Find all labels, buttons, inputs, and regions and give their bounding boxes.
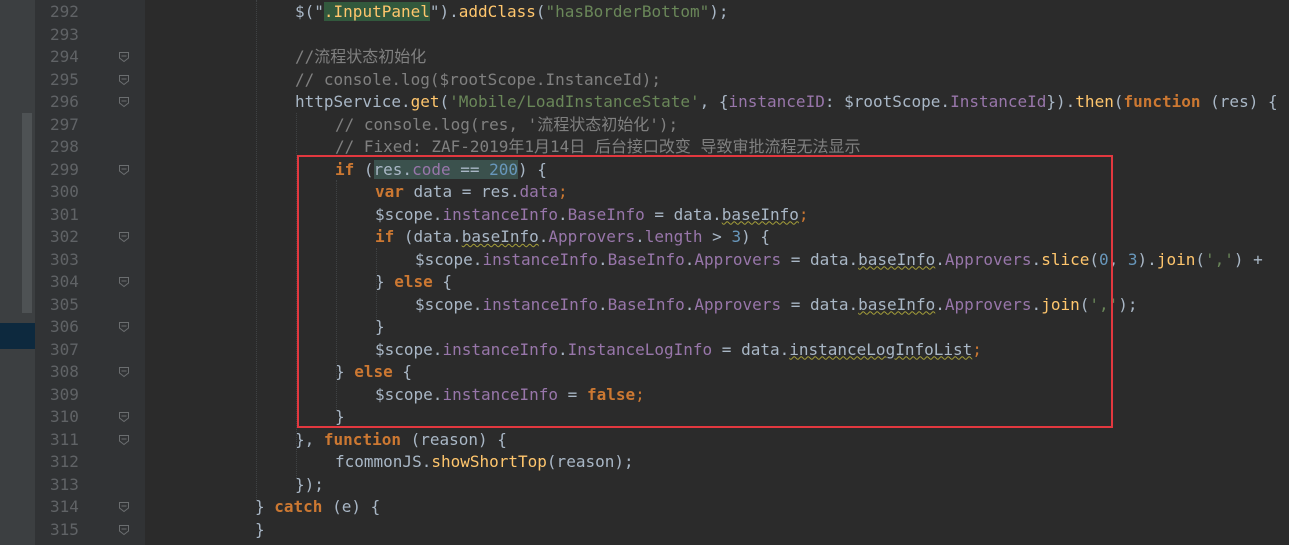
code-token: InstanceId [950, 92, 1047, 111]
fold-marker-icon[interactable] [118, 434, 130, 446]
code-token: "). [429, 2, 459, 21]
code-token: fcommonJS. [335, 452, 432, 471]
code-token: // Fixed: ZAF-2019年1月14日 后台接口改变 导致审批流程无法… [335, 137, 861, 156]
line-number: 301 [50, 204, 79, 224]
code-token: //流程状态初始化 [295, 47, 427, 66]
code-line[interactable]: 297 // console.log(res, '流程状态初始化'); [0, 114, 1289, 137]
code-token: (reason); [546, 452, 634, 471]
code-token: ). [1137, 249, 1157, 269]
code-token: httpService. [295, 92, 411, 111]
code-text: }, function (reason) { [295, 429, 507, 452]
code-token: addClass [458, 2, 536, 21]
code-token: instanceID [728, 92, 825, 111]
code-text: httpService.get('Mobile/LoadInstanceStat… [295, 91, 1278, 114]
line-number: 293 [50, 24, 79, 44]
fold-marker-icon[interactable] [118, 231, 130, 243]
code-line[interactable]: 292 $(".InputPanel").addClass("hasBorderB… [0, 1, 1289, 24]
code-line[interactable]: 311}, function (reason) { [0, 429, 1289, 452]
fold-marker-icon[interactable] [118, 96, 130, 108]
code-token: , { [699, 92, 729, 111]
fold-marker-icon[interactable] [118, 74, 130, 86]
code-text: fcommonJS.showShortTop(reason); [335, 451, 634, 474]
line-number: 312 [50, 452, 79, 471]
fold-marker-icon[interactable] [118, 276, 130, 288]
code-token: catch [274, 497, 323, 516]
code-token: // console.log($rootScope.InstanceId); [295, 69, 662, 89]
code-line[interactable]: 294 //流程状态初始化 [0, 46, 1289, 69]
code-text: // console.log(res, '流程状态初始化'); [335, 114, 678, 137]
code-text: }); [295, 474, 324, 497]
line-number: 298 [50, 137, 79, 156]
fold-marker-icon[interactable] [118, 524, 130, 536]
code-token: ) + [1233, 249, 1263, 269]
code-token: join [1156, 249, 1196, 269]
line-number: 308 [50, 362, 79, 381]
line-number: 303 [50, 249, 79, 269]
code-token: 'Mobile/LoadInstanceState' [449, 92, 700, 111]
code-token: }); [295, 474, 324, 494]
code-token: function [1123, 92, 1201, 111]
code-line[interactable]: 293 [0, 24, 1289, 47]
line-number: 315 [50, 519, 79, 539]
code-token: get [410, 92, 440, 111]
code-token: showShortTop [431, 452, 547, 471]
line-number: 292 [50, 2, 79, 21]
code-token: "hasBorderBottom" [545, 2, 710, 21]
code-token: (res) { [1200, 92, 1278, 111]
fold-marker-icon[interactable] [118, 501, 130, 513]
code-token: then [1075, 92, 1114, 111]
code-token: } [255, 497, 275, 516]
line-number: 311 [50, 429, 79, 449]
line-number: 314 [50, 497, 79, 516]
code-token: ( [439, 92, 450, 111]
code-text: $(".InputPanel").addClass("hasBorderBott… [295, 1, 729, 24]
code-text: //流程状态初始化 [295, 46, 426, 69]
code-token: ( [1195, 249, 1205, 269]
fold-marker-icon[interactable] [118, 321, 130, 333]
code-text: // console.log($rootScope.InstanceId); [295, 69, 661, 92]
fold-marker-icon[interactable] [118, 411, 130, 423]
code-token: }). [1046, 92, 1076, 111]
line-number: 302 [50, 227, 79, 246]
code-token: (reason) { [400, 429, 507, 449]
code-token: (e) { [322, 497, 381, 516]
line-number: 299 [50, 159, 79, 179]
fold-marker-icon[interactable] [118, 366, 130, 378]
indent-guide [256, 0, 257, 500]
code-token: : $rootScope. [824, 92, 951, 111]
line-number: 295 [50, 69, 79, 89]
code-token: } [255, 519, 265, 539]
code-line[interactable]: 314} catch (e) { [0, 496, 1289, 519]
line-number: 300 [50, 182, 79, 201]
line-number: 307 [50, 339, 79, 359]
fold-marker-icon[interactable] [118, 164, 130, 176]
code-token: ); [709, 2, 729, 21]
line-number: 297 [50, 114, 79, 134]
code-token: $(" [295, 2, 324, 21]
code-token: // console.log(res, '流程状态初始化'); [335, 114, 679, 134]
code-token: }, [295, 429, 324, 449]
code-token: ',' [1204, 249, 1234, 269]
line-number: 306 [50, 317, 79, 336]
code-token: function [323, 429, 401, 449]
code-line[interactable]: 295 // console.log($rootScope.InstanceId)… [0, 69, 1289, 92]
code-token: 3 [1127, 249, 1138, 269]
code-line[interactable]: 315} [0, 519, 1289, 542]
line-number: 304 [50, 272, 79, 291]
line-number: 310 [50, 407, 79, 426]
line-number: 309 [50, 384, 79, 404]
code-token: ); [1118, 294, 1138, 314]
code-line[interactable]: 312 fcommonJS.showShortTop(reason); [0, 451, 1289, 474]
code-line[interactable]: 296 httpService.get('Mobile/LoadInstanceS… [0, 91, 1289, 114]
fold-marker-icon[interactable] [118, 51, 130, 63]
code-text: } [255, 519, 265, 542]
line-number: 313 [50, 474, 79, 494]
annotation-highlight-box [297, 155, 1113, 428]
line-number: 305 [50, 294, 79, 314]
line-number: 294 [50, 47, 79, 66]
code-text: } catch (e) { [255, 496, 380, 519]
code-line[interactable]: 313}); [0, 474, 1289, 497]
line-number: 296 [50, 92, 79, 111]
code-token: .InputPanel [323, 2, 430, 21]
